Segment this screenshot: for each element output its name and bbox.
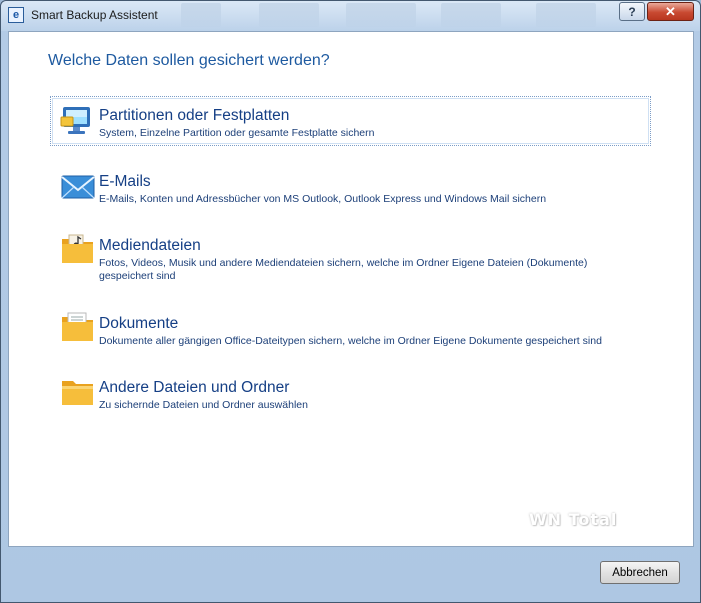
option-description: Zu sichernde Dateien und Ordner auswähle… [99,399,308,411]
option-partitions[interactable]: Partitionen oder Festplatten System, Ein… [50,96,651,146]
app-icon: e [8,7,24,23]
help-button[interactable]: ? [619,2,645,21]
dialog-window: e Smart Backup Assistent ? ✕ Welche Date… [0,0,701,603]
background-ghost [536,3,596,27]
option-title: Mediendateien [99,237,201,254]
option-documents[interactable]: Dokumente Dokumente aller gängigen Offic… [50,304,651,354]
option-title: Partitionen oder Festplatten [99,107,290,124]
content-panel: Welche Daten sollen gesichert werden? Pa… [8,31,694,547]
option-title: Andere Dateien und Ordner [99,379,290,396]
background-ghost [259,3,319,27]
media-folder-icon [62,234,93,263]
cancel-button[interactable]: Abbrechen [600,561,680,584]
option-media[interactable]: Mediendateien Fotos, Videos, Musik und a… [50,226,651,288]
page-title: Welche Daten sollen gesichert werden? [48,52,330,69]
option-emails[interactable]: E-Mails E-Mails, Konten und Adressbücher… [50,162,651,212]
option-description: Fotos, Videos, Musik und andere Medienda… [99,257,588,282]
computer-icon [60,107,90,134]
option-description: System, Einzelne Partition oder gesamte … [99,127,375,139]
watermark-logo: WN Total [529,510,618,529]
button-bar: Abbrechen [1,547,700,603]
envelope-icon [61,175,95,199]
option-description: E-Mails, Konten und Adressbücher von MS … [99,193,547,205]
option-description: Dokumente aller gängigen Office-Dateityp… [99,335,602,347]
background-ghost [441,3,501,27]
option-title: E-Mails [99,173,151,190]
window-title: Smart Backup Assistent [31,8,158,22]
folder-icon [62,381,93,405]
title-bar[interactable]: e Smart Backup Assistent ? ✕ [1,1,700,31]
option-other-files[interactable]: Andere Dateien und Ordner Zu sichernde D… [50,368,651,418]
documents-folder-icon [62,312,93,341]
option-title: Dokumente [99,315,179,332]
background-ghost [181,3,221,27]
close-button[interactable]: ✕ [647,2,694,21]
background-ghost [346,3,416,27]
